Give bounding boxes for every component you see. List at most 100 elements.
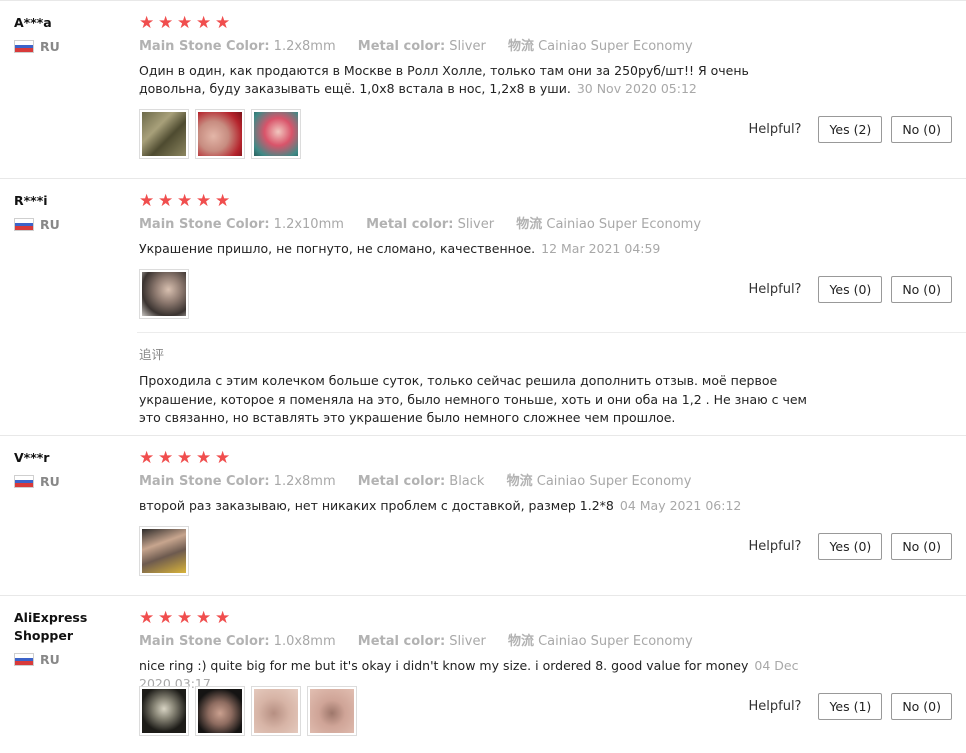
reviewer-info: R***i RU: [14, 192, 109, 232]
reviewer-country: RU: [14, 39, 109, 54]
review-body: второй раз заказываю, нет никаких пробле…: [139, 498, 614, 513]
property-key: Main Stone Color:: [139, 634, 270, 649]
helpful-label: Helpful?: [748, 282, 802, 297]
star-icon: ★: [139, 13, 155, 33]
helpful-yes-button[interactable]: Yes (0): [818, 276, 883, 303]
star-icon: ★: [196, 608, 212, 628]
review-divider: [0, 435, 966, 436]
reviewer-info: V***r RU: [14, 449, 109, 489]
country-code: RU: [40, 474, 60, 489]
reviewer-country: RU: [14, 474, 109, 489]
review-photo-thumbnail[interactable]: [139, 526, 189, 576]
helpful-no-button[interactable]: No (0): [891, 116, 952, 143]
helpful-vote: Helpful? Yes (1) No (0): [748, 693, 952, 720]
review-photo-thumbnail[interactable]: [139, 109, 189, 159]
review-content: ★ ★ ★ ★ ★ Main Stone Color: 1.0x8mm Metal co…: [139, 610, 819, 693]
reviewer-name: R***i: [14, 193, 48, 208]
star-icon: ★: [215, 191, 231, 211]
property-value: Sliver: [457, 217, 495, 232]
reviewer-country: RU: [14, 217, 109, 232]
review-divider: [0, 0, 966, 1]
property-key: 物流: [506, 474, 533, 489]
helpful-no-button[interactable]: No (0): [891, 693, 952, 720]
star-icon: ★: [196, 191, 212, 211]
property-key: 物流: [507, 39, 534, 54]
review-divider: [0, 595, 966, 596]
review-photo-thumbnail[interactable]: [139, 269, 189, 319]
star-icon: ★: [215, 608, 231, 628]
property-value: Sliver: [449, 634, 486, 649]
helpful-label: Helpful?: [748, 122, 802, 137]
helpful-no-button[interactable]: No (0): [891, 533, 952, 560]
russia-flag-icon: [14, 653, 34, 666]
review-body: Украшение пришло, не погнуто, не сломано…: [139, 241, 536, 256]
review-photo-thumbnail[interactable]: [139, 686, 189, 736]
russia-flag-icon: [14, 218, 34, 231]
property-value: Sliver: [449, 39, 486, 54]
star-icon: ★: [196, 448, 212, 468]
helpful-yes-button[interactable]: Yes (1): [818, 693, 883, 720]
star-icon: ★: [215, 448, 231, 468]
property-value: Cainiao Super Economy: [538, 634, 693, 649]
helpful-yes-button[interactable]: Yes (0): [818, 533, 883, 560]
helpful-label: Helpful?: [748, 699, 802, 714]
star-icon: ★: [139, 191, 155, 211]
property-key: Main Stone Color:: [139, 39, 270, 54]
property-key: 物流: [507, 634, 534, 649]
reviewer-name: A***a: [14, 15, 52, 30]
property-value: Cainiao Super Economy: [538, 39, 693, 54]
review-content: ★ ★ ★ ★ ★ Main Stone Color: 1.2x8mm Metal co…: [139, 15, 819, 98]
review-date: 30 Nov 2020 05:12: [576, 81, 697, 96]
country-code: RU: [40, 39, 60, 54]
helpful-vote: Helpful? Yes (2) No (0): [748, 116, 952, 143]
helpful-no-button[interactable]: No (0): [891, 276, 952, 303]
helpful-label: Helpful?: [748, 539, 802, 554]
reviewer-info: AliExpress Shopper RU: [14, 609, 109, 667]
review-photos: [139, 269, 189, 319]
country-code: RU: [40, 217, 60, 232]
review-photo-thumbnail[interactable]: [195, 109, 245, 159]
followup-text: Проходила с этим колечком больше суток, …: [139, 373, 807, 425]
property-value: 1.2x8mm: [273, 39, 336, 54]
followup-title: 追评: [139, 347, 165, 362]
reviewer-name: V***r: [14, 450, 50, 465]
star-icon: ★: [177, 13, 193, 33]
star-rating: ★ ★ ★ ★ ★: [139, 191, 819, 211]
star-icon: ★: [215, 13, 231, 33]
star-rating: ★ ★ ★ ★ ★: [139, 608, 819, 628]
review-photo-thumbnail[interactable]: [195, 686, 245, 736]
helpful-vote: Helpful? Yes (0) No (0): [748, 533, 952, 560]
product-properties: Main Stone Color: 1.2x8mm Metal color: B…: [139, 473, 819, 491]
star-icon: ★: [158, 13, 174, 33]
review-photo-thumbnail[interactable]: [251, 109, 301, 159]
helpful-yes-button[interactable]: Yes (2): [818, 116, 883, 143]
star-icon: ★: [158, 448, 174, 468]
review-photos: [139, 526, 189, 576]
star-rating: ★ ★ ★ ★ ★: [139, 448, 819, 468]
property-key: Main Stone Color:: [139, 217, 270, 232]
product-properties: Main Stone Color: 1.0x8mm Metal color: S…: [139, 633, 819, 651]
star-icon: ★: [177, 448, 193, 468]
property-key: Metal color:: [357, 634, 446, 649]
property-value: Cainiao Super Economy: [546, 217, 702, 232]
review-text: второй раз заказываю, нет никаких пробле…: [139, 497, 819, 515]
russia-flag-icon: [14, 475, 34, 488]
property-key: Metal color:: [357, 39, 446, 54]
star-icon: ★: [139, 608, 155, 628]
review-photos: [139, 686, 357, 736]
star-icon: ★: [177, 191, 193, 211]
reviewer-country: RU: [14, 652, 109, 667]
review-photo-thumbnail[interactable]: [251, 686, 301, 736]
star-icon: ★: [177, 608, 193, 628]
product-properties: Main Stone Color: 1.2x10mm Metal color: …: [139, 216, 819, 234]
property-value: Black: [449, 474, 485, 489]
product-properties: Main Stone Color: 1.2x8mm Metal color: S…: [139, 38, 819, 56]
review-photos: [139, 109, 301, 159]
review-text: Украшение пришло, не погнуто, не сломано…: [139, 240, 819, 258]
reviewer-info: A***a RU: [14, 14, 109, 54]
review-photo-thumbnail[interactable]: [307, 686, 357, 736]
review-content: ★ ★ ★ ★ ★ Main Stone Color: 1.2x8mm Metal co…: [139, 450, 819, 515]
followup-divider: [137, 332, 966, 333]
property-key: Metal color:: [357, 474, 446, 489]
property-value: 1.2x10mm: [273, 217, 344, 232]
